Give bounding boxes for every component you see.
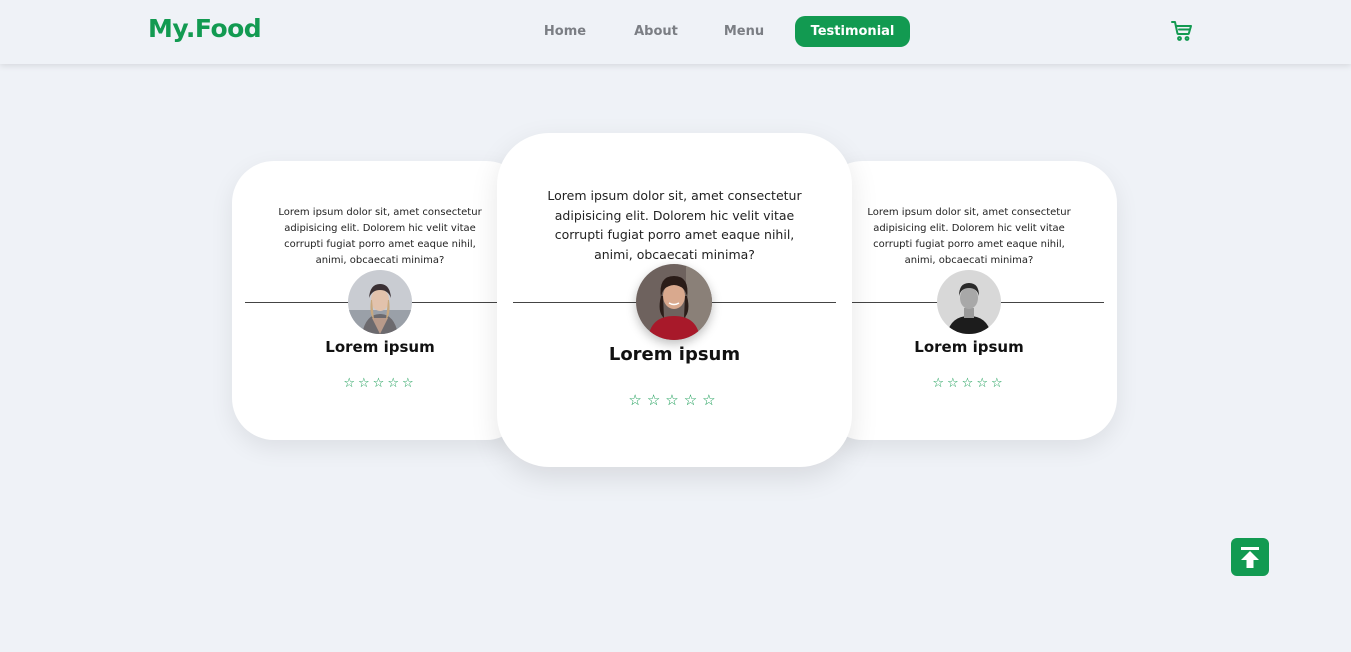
avatar	[636, 264, 712, 340]
arrow-up-to-line-icon	[1241, 547, 1259, 568]
reviewer-name: Lorem ipsum	[325, 338, 435, 356]
reviewer-name: Lorem ipsum	[914, 338, 1024, 356]
testimonial-card-featured: Lorem ipsum dolor sit, amet consectetur …	[497, 133, 852, 467]
testimonial-quote: Lorem ipsum dolor sit, amet consectetur …	[867, 207, 1071, 266]
nav-testimonial[interactable]: Testimonial	[795, 16, 910, 47]
testimonial-quote: Lorem ipsum dolor sit, amet consectetur …	[547, 188, 802, 262]
reviewer-name: Lorem ipsum	[608, 344, 741, 365]
avatar	[348, 270, 412, 334]
star-rating: ☆☆☆☆☆	[343, 376, 417, 391]
testimonial-quote: Lorem ipsum dolor sit, amet consectetur …	[278, 207, 482, 266]
cart-icon[interactable]	[1170, 19, 1194, 43]
star-rating: ☆☆☆☆☆	[932, 376, 1006, 391]
star-rating: ☆☆☆☆☆	[628, 391, 721, 409]
avatar	[937, 270, 1001, 334]
testimonial-card: Lorem ipsum dolor sit, amet consectetur …	[821, 161, 1117, 440]
testimonial-card: Lorem ipsum dolor sit, amet consectetur …	[232, 161, 528, 440]
nav-menu[interactable]: Menu	[714, 16, 774, 47]
nav-about[interactable]: About	[626, 16, 686, 47]
site-header: My.Food Home About Menu Testimonial	[0, 0, 1351, 64]
main-nav: Home About Menu Testimonial	[0, 16, 1351, 47]
scroll-top-button[interactable]	[1231, 538, 1269, 576]
nav-home[interactable]: Home	[535, 16, 595, 47]
